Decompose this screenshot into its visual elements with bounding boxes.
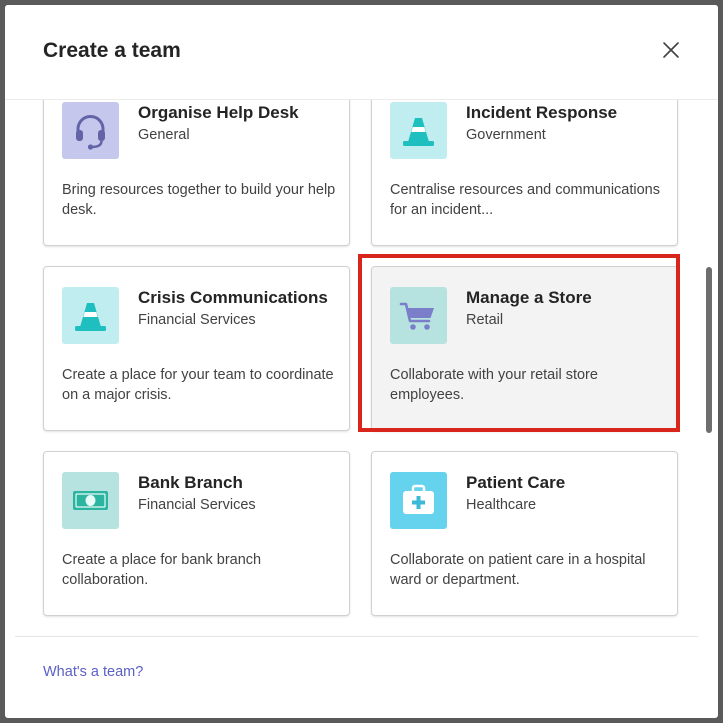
dialog-header: Create a team: [5, 5, 718, 100]
template-category: Healthcare: [466, 497, 537, 513]
template-title: Incident Response: [466, 103, 618, 122]
template-title: Patient Care: [466, 473, 566, 492]
dialog-title: Create a team: [43, 39, 181, 62]
footer-divider: [15, 636, 698, 637]
banknote-icon: [62, 472, 119, 529]
template-category: General: [138, 127, 190, 143]
template-category: Financial Services: [138, 497, 256, 513]
template-category: Government: [466, 127, 546, 143]
template-card-manage-a-store[interactable]: Manage a Store Retail Collaborate with y…: [371, 266, 678, 431]
template-card-organise-help-desk[interactable]: Organise Help Desk General Bring resourc…: [43, 100, 350, 246]
template-title: Bank Branch: [138, 473, 243, 492]
template-card-bank-branch[interactable]: Bank Branch Financial Services Create a …: [43, 451, 350, 616]
template-category: Financial Services: [138, 312, 256, 328]
template-title: Organise Help Desk: [138, 103, 299, 122]
template-description: Bring resources together to build your h…: [62, 182, 336, 218]
create-team-dialog: Create a team Organise Help Desk General…: [5, 5, 718, 718]
template-description: Centralise resources and communications …: [390, 182, 660, 218]
template-card-patient-care[interactable]: Patient Care Healthcare Collaborate on p…: [371, 451, 678, 616]
template-description: Create a place for bank branch collabora…: [62, 552, 262, 588]
template-card-incident-response[interactable]: Incident Response Government Centralise …: [371, 100, 678, 246]
template-description: Create a place for your team to coordina…: [62, 367, 334, 403]
template-title: Manage a Store: [466, 288, 592, 307]
scrollbar-thumb[interactable]: [706, 267, 712, 433]
medical-kit-icon: [390, 472, 447, 529]
traffic-cone-icon: [390, 102, 447, 159]
template-card-crisis-communications[interactable]: Crisis Communications Financial Services…: [43, 266, 350, 431]
template-description: Collaborate on patient care in a hospita…: [390, 552, 646, 588]
shopping-cart-icon: [390, 287, 447, 344]
traffic-cone-icon: [62, 287, 119, 344]
template-title: Crisis Communications: [138, 288, 328, 307]
headset-icon: [62, 102, 119, 159]
whats-a-team-link[interactable]: What's a team?: [43, 664, 143, 680]
template-grid: Organise Help Desk General Bring resourc…: [5, 100, 718, 636]
close-icon: [663, 42, 679, 58]
close-button[interactable]: [659, 38, 683, 62]
template-category: Retail: [466, 312, 504, 328]
template-description: Collaborate with your retail store emplo…: [390, 367, 598, 403]
